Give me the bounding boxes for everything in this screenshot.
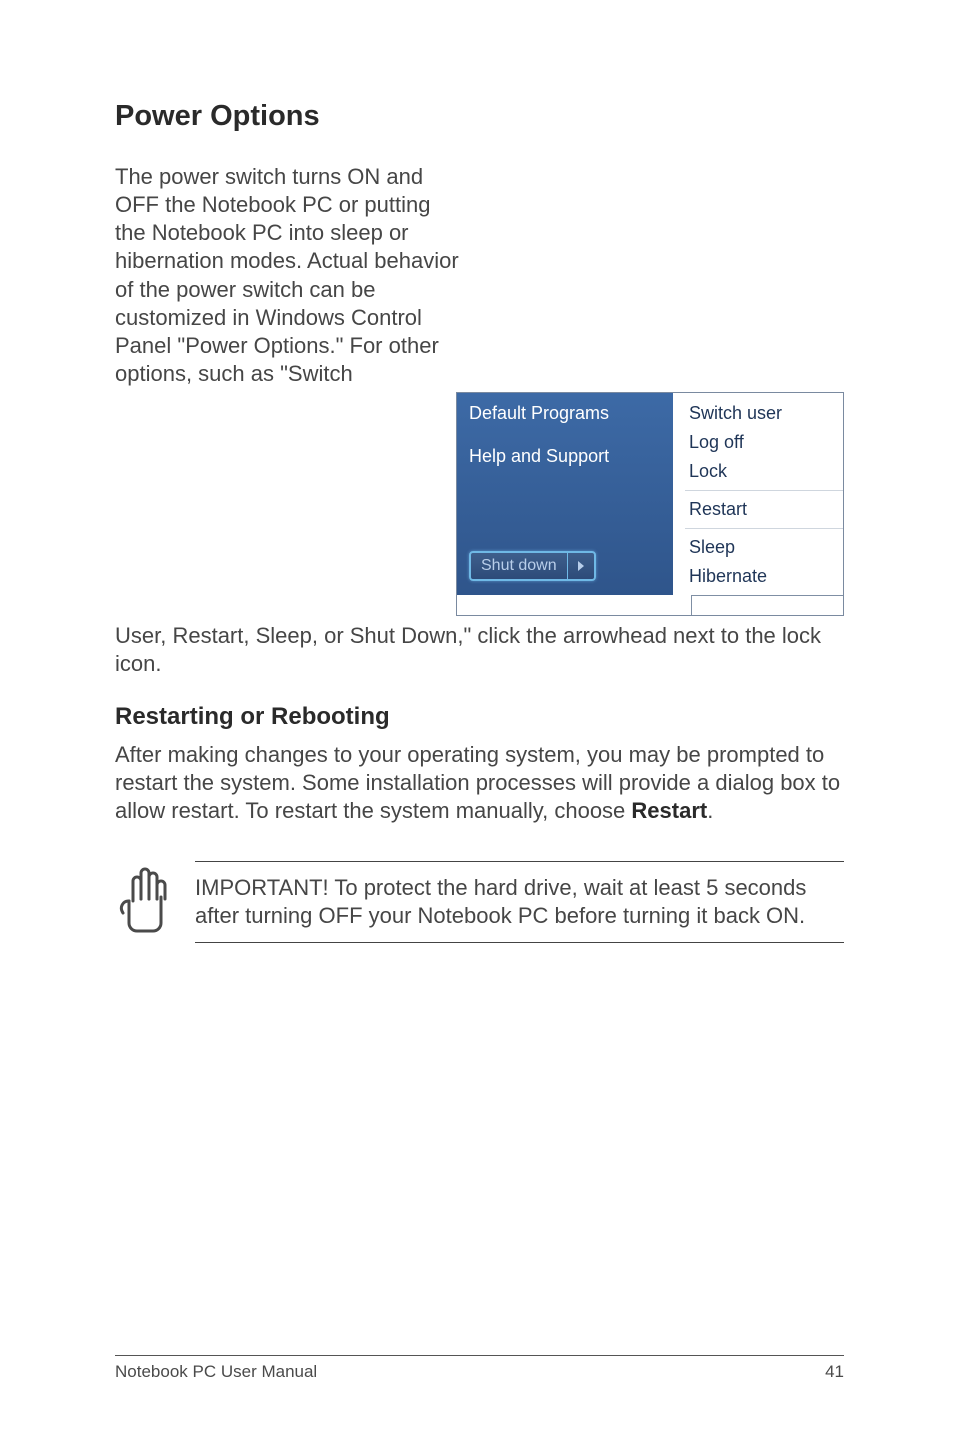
shutdown-button-label: Shut down — [471, 553, 567, 579]
start-menu-left-panel: Default Programs Help and Support Shut d… — [457, 393, 673, 595]
heading-restarting: Restarting or Rebooting — [115, 703, 844, 731]
menu-separator — [685, 528, 843, 529]
intro-block: The power switch turns ON and OFF the No… — [115, 163, 844, 616]
important-text: IMPORTANT! To protect the hard drive, wa… — [195, 861, 844, 943]
menu-item-lock[interactable]: Lock — [689, 457, 843, 486]
menu-item-hibernate[interactable]: Hibernate — [689, 562, 843, 591]
restart-paragraph: After making changes to your operating s… — [115, 741, 844, 825]
footer-title: Notebook PC User Manual — [115, 1362, 317, 1382]
restart-text-b: . — [707, 798, 713, 823]
intro-paragraph-left: The power switch turns ON and OFF the No… — [115, 163, 460, 388]
link-default-programs[interactable]: Default Programs — [469, 403, 673, 424]
heading-power-options: Power Options — [115, 100, 844, 133]
important-callout: IMPORTANT! To protect the hard drive, wa… — [115, 861, 844, 943]
shutdown-arrow-icon[interactable] — [567, 553, 594, 579]
restart-bold: Restart — [631, 798, 707, 823]
footer-page-number: 41 — [825, 1362, 844, 1382]
restart-text-a: After making changes to your operating s… — [115, 742, 840, 823]
hand-icon — [115, 867, 173, 938]
shutdown-button[interactable]: Shut down — [469, 551, 596, 581]
menu-item-switch-user[interactable]: Switch user — [689, 399, 843, 428]
windows-power-menu-screenshot: Default Programs Help and Support Shut d… — [456, 392, 844, 616]
menu-item-restart[interactable]: Restart — [689, 495, 843, 524]
power-submenu: Switch user Log off Lock Restart Sleep H… — [673, 393, 843, 595]
intro-left-column: The power switch turns ON and OFF the No… — [115, 163, 460, 388]
menu-item-log-off[interactable]: Log off — [689, 428, 843, 457]
menu-item-sleep[interactable]: Sleep — [689, 533, 843, 562]
link-help-and-support[interactable]: Help and Support — [469, 446, 673, 467]
intro-paragraph-after: User, Restart, Sleep, or Shut Down," cli… — [115, 622, 844, 678]
menu-separator — [685, 490, 843, 491]
page-footer: Notebook PC User Manual 41 — [115, 1355, 844, 1382]
